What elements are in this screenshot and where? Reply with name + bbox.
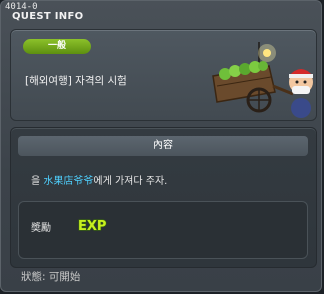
quest-header-panel: 一般 [해외여행] 자격의 시험 xyxy=(10,29,317,121)
exp-icon: EXP xyxy=(77,218,107,234)
exp-text: EXP xyxy=(78,219,106,234)
quest-description: 을 水果店爷爷에게 가져다 주자. xyxy=(31,172,167,187)
desc-suffix: 에게 가져다 주자. xyxy=(93,176,168,187)
npc-fruit-cart-illustration xyxy=(212,42,313,118)
quest-status: 狀態: 可開始 xyxy=(21,271,81,283)
reward-label: 奬勵 xyxy=(31,223,51,234)
npc-name-link[interactable]: 水果店爷爷 xyxy=(43,176,93,187)
content-section-title: 內容 xyxy=(18,136,308,156)
window-title: QUEST INFO xyxy=(12,11,84,22)
quest-name: [해외여행] 자격의 시험 xyxy=(25,75,127,87)
quest-type-badge: 一般 xyxy=(23,39,91,54)
quest-content-panel: 內容 을 水果店爷爷에게 가져다 주자. 奬勵 EXP xyxy=(10,127,317,268)
quest-info-window: 4014-0 QUEST INFO 一般 [해외여행] 자격의 시험 內容 을 … xyxy=(0,0,322,292)
desc-prefix: 을 xyxy=(31,176,44,187)
reward-box: 奬勵 EXP xyxy=(18,201,308,259)
